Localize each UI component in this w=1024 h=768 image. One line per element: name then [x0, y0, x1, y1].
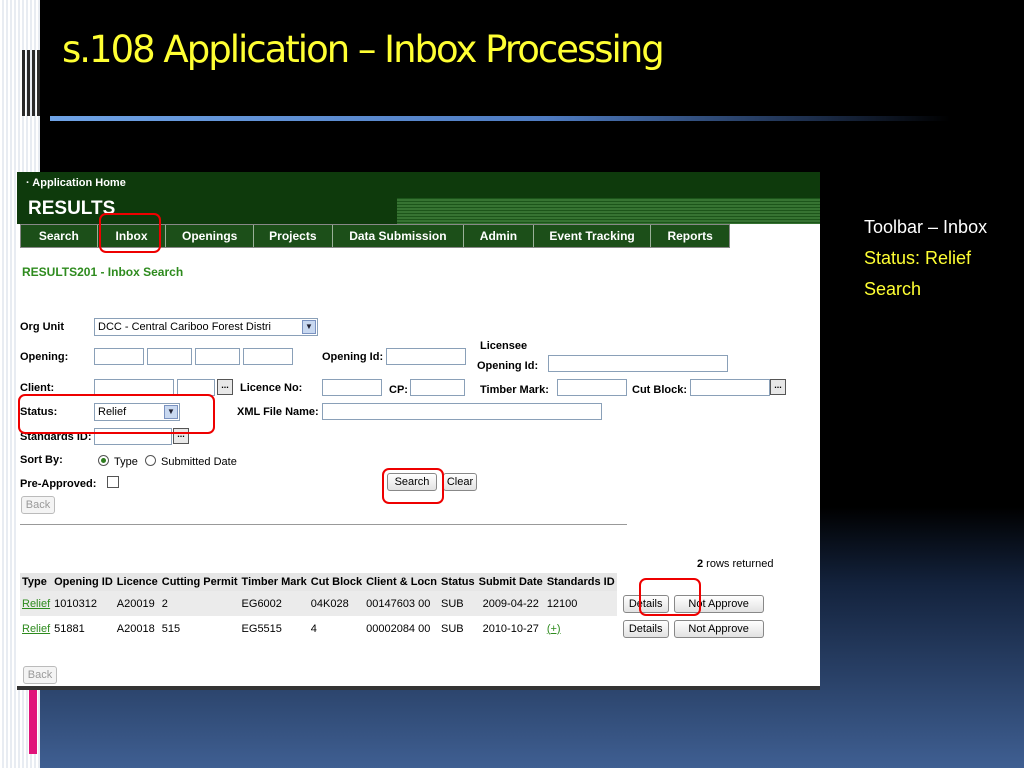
client-label: Client:	[20, 382, 55, 394]
title-rule	[50, 116, 950, 121]
details-button[interactable]: Details	[622, 619, 669, 638]
slide-title: s.108 Application – Inbox Processing	[62, 28, 665, 71]
row-client-locn: 00002084 00	[366, 622, 431, 635]
row-cutting-permit: 515	[161, 622, 181, 635]
nav-reports[interactable]: Reports	[651, 225, 729, 247]
pre-approved-checkbox[interactable]	[107, 476, 119, 488]
highlight-inbox	[99, 213, 161, 253]
org-unit-value: DCC - Central Cariboo Forest Distri	[98, 321, 271, 333]
row-opening-id: 51881	[54, 622, 85, 635]
row-status: SUB	[439, 591, 477, 616]
nav-search[interactable]: Search	[21, 225, 98, 247]
row-client-locn: 00147603 00	[364, 591, 439, 616]
pre-approved-label: Pre-Approved:	[20, 478, 97, 490]
licence-no-label: Licence No:	[240, 382, 303, 394]
col-status: Status	[439, 573, 477, 591]
cut-block-label: Cut Block:	[632, 384, 687, 396]
section-divider	[20, 524, 627, 525]
nav-openings[interactable]: Openings	[166, 225, 254, 247]
rows-returned-text: rows returned	[703, 558, 774, 570]
nav-event-tracking[interactable]: Event Tracking	[534, 225, 652, 247]
back-button-top[interactable]: Back	[21, 496, 55, 514]
row-timber-mark: EG6002	[239, 591, 309, 616]
col-standards-id: Standards ID	[544, 573, 617, 591]
col-cutting-permit: Cutting Permit	[159, 573, 240, 591]
timber-mark-field[interactable]	[557, 379, 627, 396]
row-timber-mark: EG5515	[241, 622, 282, 635]
col-cut-block: Cut Block	[308, 573, 365, 591]
opening-label: Opening:	[20, 351, 69, 363]
row-submit-date: 2010-10-27	[482, 622, 539, 635]
row-cutting-permit: 2	[159, 591, 240, 616]
chevron-down-icon: ▼	[302, 320, 316, 334]
col-timber-mark: Timber Mark	[239, 573, 309, 591]
client-lookup-button[interactable]: ...	[217, 379, 233, 395]
xml-file-name-label: XML File Name:	[237, 406, 319, 418]
strip-bars-decor	[22, 50, 40, 116]
not-approve-button[interactable]: Not Approve	[673, 619, 764, 638]
xml-file-name-field[interactable]	[322, 403, 602, 420]
cut-block-field[interactable]	[690, 379, 770, 396]
licence-no-field[interactable]	[322, 379, 382, 396]
row-type-link[interactable]: Relief	[22, 623, 50, 635]
licensee-opening-id-field[interactable]	[548, 355, 728, 372]
back-button-bottom[interactable]: Back	[23, 666, 57, 684]
org-unit-label: Org Unit	[20, 321, 64, 333]
note-status: Status: Relief	[864, 248, 972, 268]
opening-id-label: Opening Id:	[322, 351, 384, 363]
row-licence: A20019	[114, 591, 160, 616]
table-row: Relief 51881 A20018 515 EG5515 4 0000208…	[20, 616, 766, 641]
application-home-link[interactable]: · Application Home	[26, 177, 126, 189]
clear-button[interactable]: Clear	[443, 473, 477, 491]
opening-field-1[interactable]	[94, 348, 144, 365]
opening-field-3[interactable]	[195, 348, 240, 365]
row-licence: A20018	[116, 622, 155, 635]
timber-mark-label: Timber Mark:	[480, 384, 549, 396]
licensee-label: Licensee	[480, 340, 528, 352]
sort-type-label: Type	[114, 456, 138, 468]
rows-returned: 2 rows returned	[697, 558, 773, 570]
row-submit-date: 2009-04-22	[476, 591, 545, 616]
row-type-link[interactable]: Relief	[22, 598, 50, 610]
opening-id-field[interactable]	[386, 348, 466, 365]
cp-label: CP:	[389, 384, 408, 396]
row-opening-id: 1010312	[52, 591, 115, 616]
col-submit-date: Submit Date	[476, 573, 545, 591]
col-type: Type	[20, 573, 53, 591]
licensee-opening-id-label: Opening Id:	[477, 360, 539, 372]
side-notes: Toolbar – Inbox Status: Relief Search	[864, 212, 987, 305]
cp-field[interactable]	[410, 379, 465, 396]
page-heading: RESULTS201 - Inbox Search	[22, 265, 184, 279]
opening-field-2[interactable]	[147, 348, 192, 365]
note-toolbar: Toolbar – Inbox	[864, 217, 988, 237]
sort-by-label: Sort By:	[20, 454, 63, 466]
highlight-search	[382, 468, 444, 504]
row-cut-block: 4	[310, 622, 317, 635]
row-standards-id-link[interactable]: (+)	[547, 623, 561, 635]
header-stripes	[397, 198, 820, 224]
row-status: SUB	[441, 622, 464, 635]
row-standards-id: 12100	[544, 591, 617, 616]
screenshot-bottom-edge	[17, 686, 820, 690]
app-screenshot: · Application Home RESULTS Search Inbox …	[17, 172, 820, 690]
nav-projects[interactable]: Projects	[254, 225, 333, 247]
cut-block-lookup-button[interactable]: ...	[770, 379, 786, 395]
sort-submitted-date-radio[interactable]	[145, 455, 156, 466]
org-unit-select[interactable]: DCC - Central Cariboo Forest Distri ▼	[94, 318, 318, 336]
col-licence: Licence	[114, 573, 160, 591]
sort-type-radio[interactable]	[98, 455, 109, 466]
note-search: Search	[864, 279, 922, 299]
row-cut-block: 04K028	[308, 591, 365, 616]
col-client-locn: Client & Locn	[364, 573, 439, 591]
highlight-status	[18, 394, 215, 434]
nav-data-submission[interactable]: Data Submission	[333, 225, 465, 247]
nav-admin[interactable]: Admin	[464, 225, 534, 247]
opening-field-4[interactable]	[243, 348, 293, 365]
sort-submitted-date-label: Submitted Date	[161, 456, 237, 468]
highlight-details	[639, 578, 701, 616]
col-opening-id: Opening ID	[52, 573, 115, 591]
